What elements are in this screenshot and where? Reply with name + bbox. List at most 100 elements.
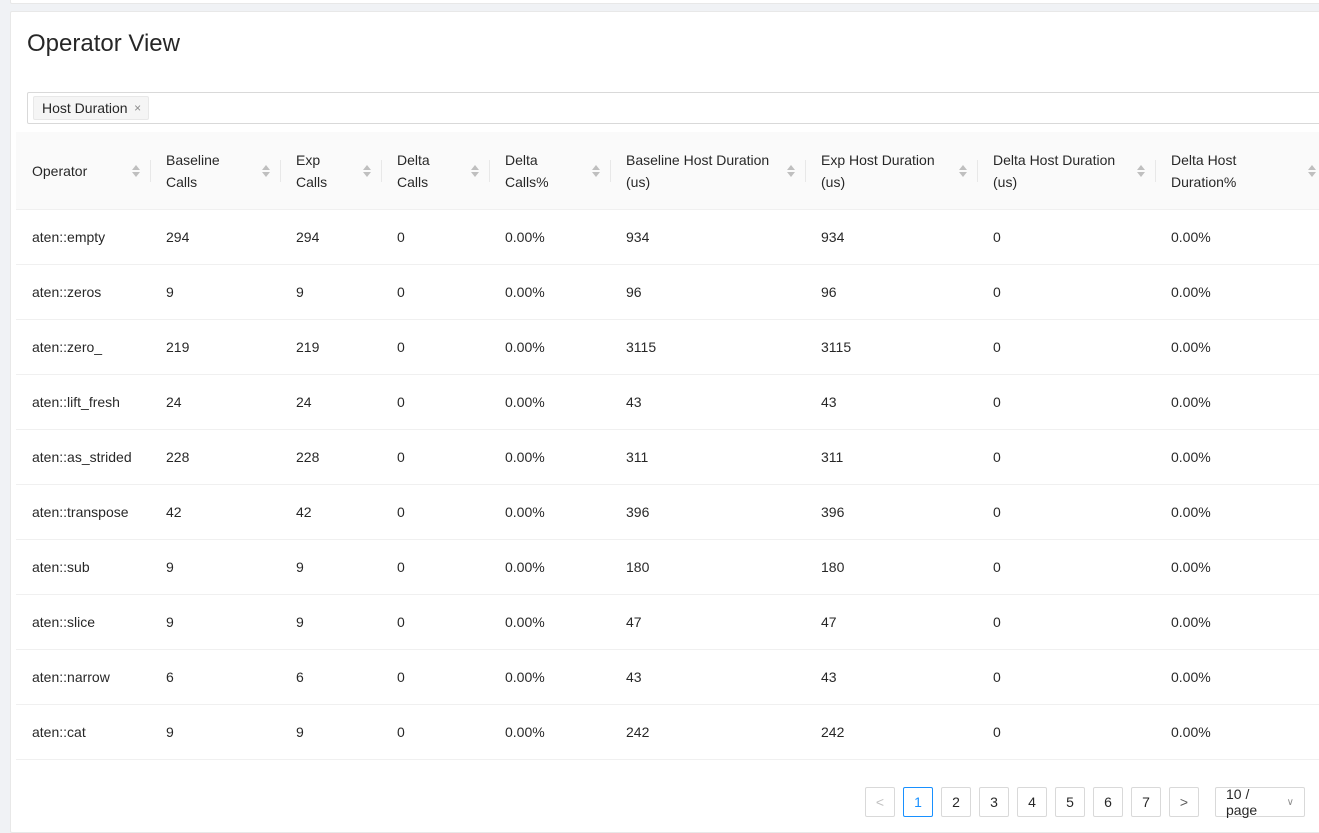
table-cell: 0 bbox=[381, 704, 489, 760]
table-row[interactable]: aten::cat 9 9 0 0.00% 242 242 0 0.00% bbox=[16, 704, 1319, 760]
table-cell: aten::as_strided bbox=[16, 429, 150, 485]
page-button[interactable]: 7 bbox=[1131, 787, 1161, 817]
column-header-label: Operator bbox=[32, 162, 88, 179]
table-cell: 9 bbox=[280, 594, 381, 650]
chevron-left-icon: < bbox=[875, 794, 885, 810]
prev-page-button[interactable]: < bbox=[865, 787, 895, 817]
column-header[interactable]: Baseline Host Duration (us) bbox=[610, 132, 805, 210]
table-cell: 0.00% bbox=[1155, 539, 1319, 595]
table-cell: 0 bbox=[381, 319, 489, 375]
table-cell: 180 bbox=[805, 539, 977, 595]
table-cell: 294 bbox=[280, 209, 381, 265]
table-cell: 0 bbox=[977, 374, 1155, 430]
chevron-right-icon: > bbox=[1179, 794, 1189, 810]
sort-icon[interactable] bbox=[260, 164, 272, 177]
table-cell: 6 bbox=[150, 649, 280, 705]
column-header[interactable]: Delta Host Duration (us) bbox=[977, 132, 1155, 210]
table-row[interactable]: aten::sub 9 9 0 0.00% 180 180 0 0.00% bbox=[16, 539, 1319, 595]
metric-multi-select[interactable]: Host Duration × bbox=[27, 92, 1319, 124]
top-panel-edge bbox=[10, 0, 1319, 4]
page-button[interactable]: 3 bbox=[979, 787, 1009, 817]
table-cell: 0.00% bbox=[489, 429, 610, 485]
column-divider bbox=[805, 159, 806, 182]
table-cell: 96 bbox=[805, 264, 977, 320]
sort-icon[interactable] bbox=[1135, 164, 1147, 177]
page-size-select[interactable]: 10 / page ∨ bbox=[1215, 786, 1305, 818]
table-cell: 47 bbox=[805, 594, 977, 650]
column-header[interactable]: Delta Calls% bbox=[489, 132, 610, 210]
table-body: aten::empty 294 294 0 0.00% 934 934 0 0.00% aten:… bbox=[16, 209, 1319, 760]
table-cell: 43 bbox=[610, 649, 805, 705]
table-cell: 6 bbox=[280, 649, 381, 705]
table-cell: 0.00% bbox=[1155, 209, 1319, 265]
column-header[interactable]: Exp Host Duration (us) bbox=[805, 132, 977, 210]
table-row[interactable]: aten::lift_fresh 24 24 0 0.00% 43 43 0 0.00% bbox=[16, 374, 1319, 430]
column-header[interactable]: Exp Calls bbox=[280, 132, 381, 210]
sort-icon[interactable] bbox=[130, 164, 142, 177]
column-header-label: Delta Host Duration% bbox=[1171, 151, 1237, 190]
table-cell: 0 bbox=[977, 484, 1155, 540]
table-cell: 0.00% bbox=[489, 594, 610, 650]
table-cell: 96 bbox=[610, 264, 805, 320]
sort-icon[interactable] bbox=[785, 164, 797, 177]
next-page-button[interactable]: > bbox=[1169, 787, 1199, 817]
column-header[interactable]: Baseline Calls bbox=[150, 132, 280, 210]
sort-icon[interactable] bbox=[1306, 164, 1318, 177]
column-header[interactable]: Delta Calls bbox=[381, 132, 489, 210]
table-cell: 0 bbox=[977, 429, 1155, 485]
page-button[interactable]: 2 bbox=[941, 787, 971, 817]
table-cell: 0.00% bbox=[1155, 649, 1319, 705]
table-row[interactable]: aten::empty 294 294 0 0.00% 934 934 0 0.00% bbox=[16, 209, 1319, 265]
table-cell: 0 bbox=[977, 704, 1155, 760]
page-button[interactable]: 4 bbox=[1017, 787, 1047, 817]
table-cell: 43 bbox=[805, 649, 977, 705]
column-header[interactable]: Operator bbox=[16, 132, 150, 210]
table-cell: aten::slice bbox=[16, 594, 150, 650]
column-header-label: Delta Calls% bbox=[505, 151, 549, 190]
page-button[interactable]: 1 bbox=[903, 787, 933, 817]
table-cell: 0.00% bbox=[489, 209, 610, 265]
table-cell: 0 bbox=[977, 649, 1155, 705]
table-cell: 0.00% bbox=[489, 374, 610, 430]
column-header-label: Exp Calls bbox=[296, 151, 328, 190]
sort-icon[interactable] bbox=[469, 164, 481, 177]
sort-icon[interactable] bbox=[957, 164, 969, 177]
page-button[interactable]: 5 bbox=[1055, 787, 1085, 817]
table-row[interactable]: aten::zero_ 219 219 0 0.00% 3115 3115 0 0.00% bbox=[16, 319, 1319, 375]
page-button[interactable]: 6 bbox=[1093, 787, 1123, 817]
sort-icon[interactable] bbox=[361, 164, 373, 177]
column-header[interactable]: Delta Host Duration% bbox=[1155, 132, 1319, 210]
table-row[interactable]: aten::as_strided 228 228 0 0.00% 311 311 0 0.00% bbox=[16, 429, 1319, 485]
table-row[interactable]: aten::zeros 9 9 0 0.00% 96 96 0 0.00% bbox=[16, 264, 1319, 320]
table-cell: 0.00% bbox=[489, 484, 610, 540]
table-cell: 0.00% bbox=[1155, 319, 1319, 375]
table-cell: 0.00% bbox=[1155, 484, 1319, 540]
table-cell: 9 bbox=[150, 539, 280, 595]
table-cell: 180 bbox=[610, 539, 805, 595]
table-cell: aten::zero_ bbox=[16, 319, 150, 375]
table-cell: 0.00% bbox=[1155, 374, 1319, 430]
table-row[interactable]: aten::transpose 42 42 0 0.00% 396 396 0 0.00% bbox=[16, 484, 1319, 540]
close-icon[interactable]: × bbox=[132, 97, 144, 119]
table-cell: 0.00% bbox=[489, 539, 610, 595]
table-cell: 9 bbox=[150, 264, 280, 320]
column-header-label: Delta Host Duration (us) bbox=[993, 151, 1116, 190]
table-cell: aten::zeros bbox=[16, 264, 150, 320]
table-cell: 0 bbox=[381, 649, 489, 705]
table-cell: 0.00% bbox=[489, 649, 610, 705]
table-row[interactable]: aten::narrow 6 6 0 0.00% 43 43 0 0.00% bbox=[16, 649, 1319, 705]
table-header-row: Operator Baseline Calls Exp Calls Delta Calls D… bbox=[16, 132, 1319, 210]
table-row[interactable]: aten::slice 9 9 0 0.00% 47 47 0 0.00% bbox=[16, 594, 1319, 650]
table-cell: aten::empty bbox=[16, 209, 150, 265]
table-cell: 42 bbox=[280, 484, 381, 540]
column-divider bbox=[489, 159, 490, 182]
table-cell: 0.00% bbox=[1155, 264, 1319, 320]
page-title: Operator View bbox=[27, 30, 180, 57]
filter-tag-host-duration: Host Duration × bbox=[33, 96, 149, 120]
table-cell: 0 bbox=[381, 594, 489, 650]
sort-icon[interactable] bbox=[590, 164, 602, 177]
table-cell: 24 bbox=[150, 374, 280, 430]
table-cell: 3115 bbox=[610, 319, 805, 375]
table-cell: 0 bbox=[977, 209, 1155, 265]
column-divider bbox=[150, 159, 151, 182]
